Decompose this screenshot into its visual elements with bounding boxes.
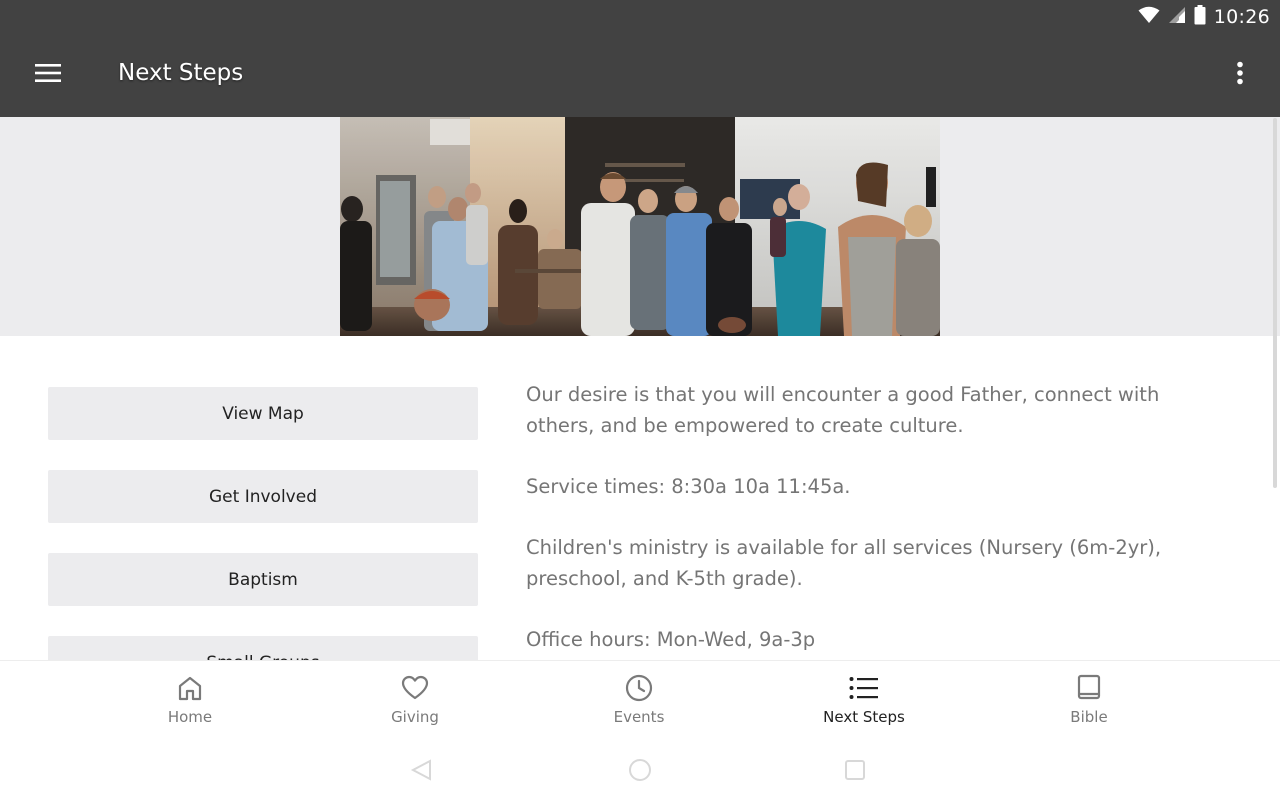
overflow-menu-button[interactable] [1222, 56, 1258, 94]
nav-label: Bible [1070, 708, 1108, 726]
nav-item-giving[interactable]: Giving [345, 673, 485, 733]
small-groups-button[interactable]: Small Groups [48, 636, 478, 660]
description-text: Our desire is that you will encounter a … [526, 379, 1226, 660]
home-system-button[interactable] [626, 758, 654, 786]
action-buttons: View Map Get Involved Baptism Small Grou… [48, 387, 478, 660]
nav-item-home[interactable]: Home [120, 673, 260, 733]
menu-button[interactable] [24, 54, 72, 96]
screen: 10:26 Next Steps View Map Get Involved B… [0, 0, 1280, 800]
nav-label: Giving [391, 708, 439, 726]
baptism-button[interactable]: Baptism [48, 553, 478, 606]
description-paragraph: Office hours: Mon-Wed, 9a-3p [526, 628, 816, 651]
description-paragraph: Children's ministry is available for all… [526, 536, 1162, 590]
nav-item-next-steps[interactable]: Next Steps [794, 673, 934, 733]
heart-icon [400, 673, 430, 703]
status-time: 10:26 [1213, 6, 1270, 28]
more-vert-icon [1236, 61, 1244, 90]
system-navigation-bar [0, 750, 1280, 800]
nav-label: Events [613, 708, 665, 726]
signal-icon [1168, 6, 1186, 29]
page-title: Next Steps [118, 60, 244, 86]
content-area: View Map Get Involved Baptism Small Grou… [0, 336, 1280, 660]
nav-item-events[interactable]: Events [569, 673, 709, 733]
app-bar: Next Steps [0, 34, 1280, 117]
recents-button[interactable] [841, 758, 869, 786]
view-map-button[interactable]: View Map [48, 387, 478, 440]
battery-icon [1194, 4, 1206, 30]
get-involved-button[interactable]: Get Involved [48, 470, 478, 523]
back-button[interactable] [408, 758, 436, 786]
description-paragraph: Our desire is that you will encounter a … [526, 383, 1160, 437]
nav-label: Next Steps [823, 708, 905, 726]
scrollbar-thumb[interactable] [1273, 118, 1277, 488]
book-icon [1074, 673, 1104, 703]
list-icon [849, 673, 879, 703]
status-icons: 10:26 [1138, 4, 1270, 30]
church-gathering-photo [340, 117, 940, 336]
hero-image [340, 117, 940, 336]
bottom-navigation: Home Giving Events Next Steps Bible [0, 660, 1280, 750]
hero-band [0, 117, 1280, 336]
recents-square-icon [843, 758, 867, 787]
status-bar: 10:26 [0, 0, 1280, 34]
home-icon [175, 673, 205, 703]
nav-label: Home [167, 708, 213, 726]
back-triangle-icon [410, 758, 434, 787]
wifi-icon [1138, 6, 1160, 29]
description-paragraph: Service times: 8:30a 10a 11:45a. [526, 475, 851, 498]
home-circle-icon [628, 758, 652, 787]
nav-item-bible[interactable]: Bible [1019, 673, 1159, 733]
hamburger-icon [35, 63, 61, 87]
clock-icon [624, 673, 654, 703]
